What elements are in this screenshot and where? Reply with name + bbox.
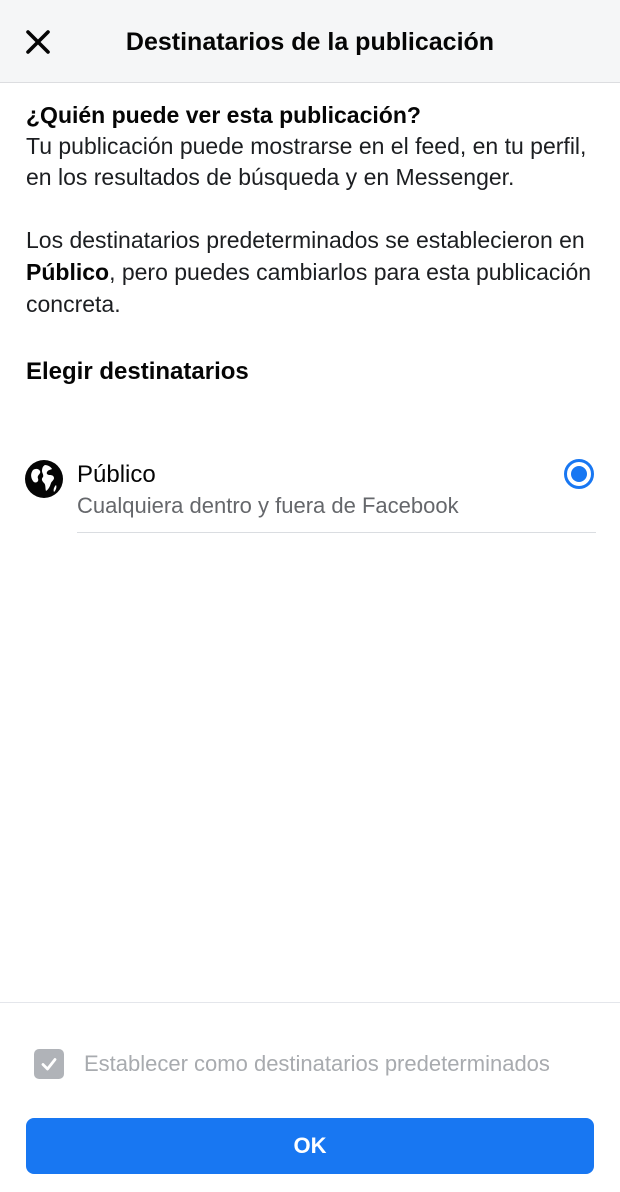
footer-divider	[0, 1002, 620, 1003]
intro-section: ¿Quién puede ver esta publicación? Tu pu…	[26, 100, 600, 388]
globe-icon	[25, 460, 63, 498]
audience-option-radio[interactable]	[564, 459, 594, 489]
intro-question: ¿Quién puede ver esta publicación?	[26, 102, 421, 128]
page-title: Destinatarios de la publicación	[125, 28, 495, 56]
audience-option-sublabel: Cualquiera dentro y fuera de Facebook	[77, 493, 459, 518]
audience-option-label: Público	[77, 461, 156, 488]
intro-description: Tu publicación puede mostrarse en el fee…	[26, 133, 587, 190]
option-divider	[77, 532, 596, 533]
default-note-prefix: Los destinatarios predeterminados se est…	[26, 227, 585, 253]
header-bar: Destinatarios de la publicación	[0, 0, 620, 83]
checkmark-icon	[41, 1058, 57, 1071]
set-default-row[interactable]: Establecer como destinatarios predetermi…	[34, 1048, 614, 1080]
audience-option-public[interactable]: Público Cualquiera dentro y fuera de Fac…	[24, 455, 596, 535]
default-audience-note: Los destinatarios predeterminados se est…	[26, 224, 600, 320]
radio-selected-dot	[571, 466, 587, 482]
default-note-suffix: , pero puedes cambiarlos para esta publi…	[26, 259, 592, 317]
ok-button[interactable]: OK	[26, 1118, 594, 1174]
default-note-value: Público	[26, 259, 110, 285]
set-default-label: Establecer como destinatarios predetermi…	[84, 1051, 550, 1076]
section-title-choose-audience: Elegir destinatarios	[26, 358, 249, 385]
audience-screen: Destinatarios de la publicación ¿Quién p…	[0, 0, 620, 1192]
set-default-checkbox[interactable]	[34, 1049, 64, 1079]
